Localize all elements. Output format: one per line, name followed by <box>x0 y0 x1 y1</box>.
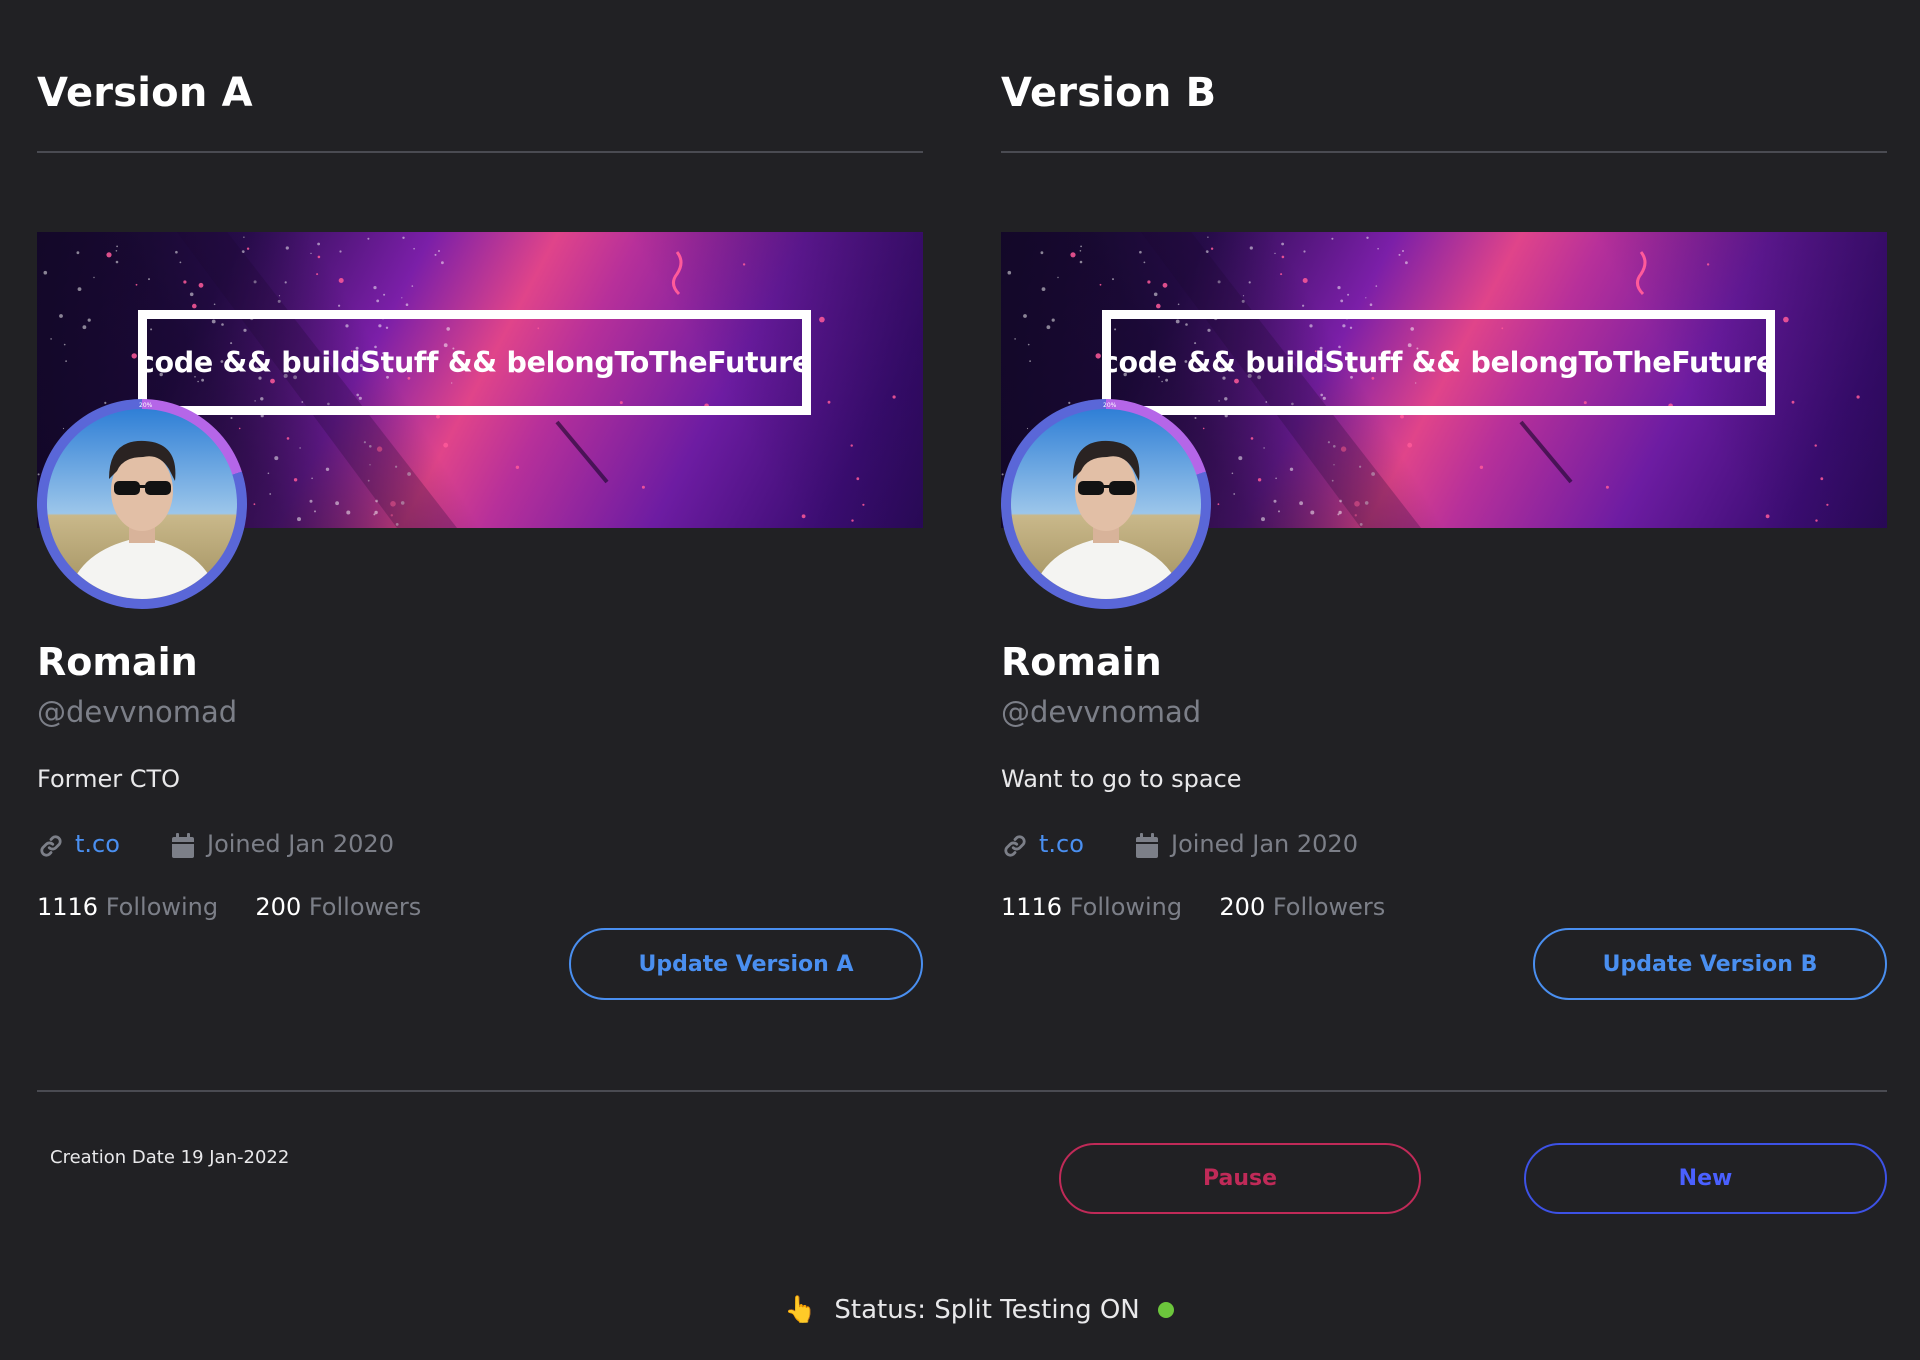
update-version-a-button[interactable]: Update Version A <box>569 928 923 1000</box>
avatar-photo <box>47 409 237 599</box>
status-bar: 👆 Status: Split Testing ON <box>784 1293 1174 1327</box>
person-avatar-icon <box>1011 409 1201 599</box>
version-title: Version B <box>1001 70 1217 116</box>
followers-label[interactable]: Followers <box>309 893 421 921</box>
followers-count[interactable]: 200 <box>255 893 301 921</box>
profile-link[interactable]: t.co <box>75 830 120 858</box>
profile-link[interactable]: t.co <box>1039 830 1084 858</box>
new-button[interactable]: New <box>1524 1143 1887 1214</box>
banner-text: code && buildStuff && belongToTheFuture <box>137 346 812 379</box>
person-avatar-icon <box>47 409 237 599</box>
calendar-icon <box>172 833 194 858</box>
profile-meta: t.co Joined Jan 2020 <box>37 828 923 864</box>
version-title: Version A <box>37 70 253 116</box>
followers-label[interactable]: Followers <box>1273 893 1385 921</box>
column-divider <box>37 151 923 153</box>
banner-text-frame: code && buildStuff && belongToTheFuture <box>1102 310 1775 415</box>
following-label[interactable]: Following <box>106 893 218 921</box>
link-icon <box>40 835 62 857</box>
banner-text-frame: code && buildStuff && belongToTheFuture <box>138 310 811 415</box>
profile-name: Romain <box>37 640 198 684</box>
avatar-photo <box>1011 409 1201 599</box>
follow-stats: 1116 Following 200 Followers <box>1001 893 1385 921</box>
following-label[interactable]: Following <box>1070 893 1182 921</box>
footer-divider <box>37 1090 1887 1092</box>
profile-meta: t.co Joined Jan 2020 <box>1001 828 1887 864</box>
status-text: Status: Split Testing ON <box>834 1295 1140 1325</box>
follow-stats: 1116 Following 200 Followers <box>37 893 421 921</box>
avatar-progress-label: 20% <box>1103 402 1117 409</box>
profile-name: Romain <box>1001 640 1162 684</box>
banner-text: code && buildStuff && belongToTheFuture <box>1101 346 1776 379</box>
status-indicator <box>1157 1302 1174 1318</box>
profile-bio: Want to go to space <box>1001 765 1242 793</box>
profile-bio: Former CTO <box>37 765 181 793</box>
avatar[interactable]: 20% <box>37 399 247 609</box>
followers-count[interactable]: 200 <box>1219 893 1265 921</box>
joined-date: Joined Jan 2020 <box>207 830 394 858</box>
following-count[interactable]: 1116 <box>37 893 98 921</box>
profile-handle: @devvnomad <box>1001 695 1202 729</box>
avatar-progress-label: 20% <box>139 402 153 409</box>
calendar-icon <box>1136 833 1158 858</box>
column-divider <box>1001 151 1887 153</box>
pause-button[interactable]: Pause <box>1059 1143 1421 1214</box>
following-count[interactable]: 1116 <box>1001 893 1062 921</box>
avatar[interactable]: 20% <box>1001 399 1211 609</box>
link-icon <box>1004 835 1026 857</box>
pointing-finger-icon: 👆 <box>784 1295 817 1325</box>
update-version-b-button[interactable]: Update Version B <box>1533 928 1887 1000</box>
profile-handle: @devvnomad <box>37 695 238 729</box>
creation-date: Creation Date 19 Jan-2022 <box>50 1147 290 1168</box>
joined-date: Joined Jan 2020 <box>1171 830 1358 858</box>
